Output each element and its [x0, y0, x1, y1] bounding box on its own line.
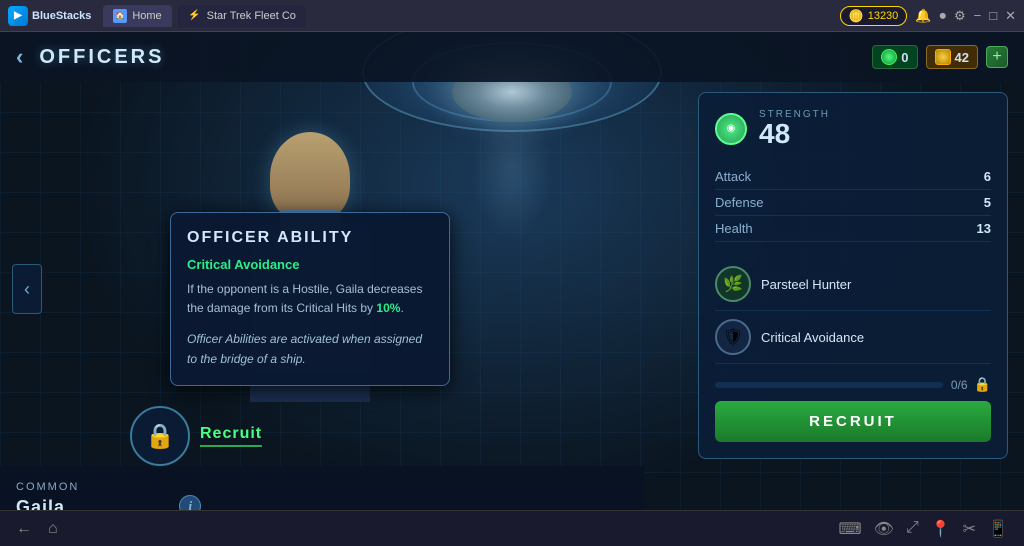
back-button[interactable]: ‹ — [16, 44, 23, 70]
officer-rarity: COMMON — [16, 481, 163, 493]
bell-icon[interactable]: 🔔 — [915, 8, 931, 24]
scissors-icon[interactable]: ✂ — [963, 519, 976, 539]
critical-avoidance-label: Critical Avoidance — [761, 330, 864, 345]
defense-stat-row: Defense 5 — [715, 190, 991, 216]
popup-ability-name: Critical Avoidance — [187, 257, 433, 272]
progress-text: 0/6 — [951, 378, 968, 392]
keyboard-icon[interactable]: ⌨ — [839, 519, 862, 539]
health-value: 13 — [977, 221, 991, 236]
bottom-left-controls: ← ⌂ — [16, 520, 58, 538]
popup-note: Officer Abilities are activated when ass… — [187, 330, 433, 368]
eye-icon[interactable]: 👁 — [874, 519, 894, 539]
lock-icon: 🔒 — [130, 406, 190, 466]
minimize-icon[interactable]: − — [974, 8, 982, 23]
android-home-icon[interactable]: ⌂ — [48, 520, 58, 538]
bottom-right-controls: ⌨ 👁 ⤢ 📍 ✂ 📱 — [839, 519, 1008, 539]
tab-home[interactable]: 🏠 Home — [103, 5, 171, 27]
parsteel-hunter-label: Parsteel Hunter — [761, 277, 851, 292]
record-icon[interactable]: ⏺ — [939, 8, 946, 24]
recruit-small-label[interactable]: Recruit — [200, 425, 262, 447]
coin-value: 13230 — [868, 10, 899, 22]
strength-section: ◉ STRENGTH 48 — [715, 109, 991, 148]
settings-icon[interactable]: ⚙ — [954, 8, 966, 24]
restore-icon[interactable]: □ — [989, 8, 997, 23]
defense-label: Defense — [715, 195, 763, 210]
stats-table: Attack 6 Defense 5 Health 13 — [715, 164, 991, 242]
window-controls: 🔔 ⏺ ⚙ − □ ✕ — [915, 8, 1016, 24]
recruit-area: 🔒 Recruit — [130, 406, 262, 466]
critical-avoidance-icon: 🛡 — [715, 319, 751, 355]
nav-left-button[interactable]: ‹ — [12, 264, 42, 314]
progress-bar-container — [715, 382, 943, 388]
health-stat-row: Health 13 — [715, 216, 991, 242]
ability-critical-avoidance[interactable]: 🛡 Critical Avoidance — [715, 311, 991, 364]
bluestacks-text: BlueStacks — [32, 10, 91, 22]
attack-label: Attack — [715, 169, 751, 184]
resource-group: 0 42 + — [872, 45, 1008, 69]
popup-title: OFFICER ABILITY — [187, 229, 433, 247]
recruit-button[interactable]: RECRUIT — [715, 401, 991, 442]
attack-stat-row: Attack 6 — [715, 164, 991, 190]
tab-game-label: Star Trek Fleet Co — [207, 10, 296, 22]
progress-lock-icon: 🔒 — [974, 376, 991, 393]
page-title: OFFICERS — [39, 46, 164, 69]
parsteel-hunter-icon: 🌿 — [715, 266, 751, 302]
close-icon[interactable]: ✕ — [1005, 8, 1016, 24]
bluestacks-icon: ▶ — [8, 6, 28, 26]
bluestacks-bottombar: ← ⌂ ⌨ 👁 ⤢ 📍 ✂ 📱 — [0, 510, 1024, 546]
strength-icon: ◉ — [715, 113, 747, 145]
character-head — [270, 132, 350, 222]
add-resource-button[interactable]: + — [986, 46, 1008, 68]
coins-display: 🪙 13230 — [840, 6, 908, 26]
bluestacks-topbar: ▶ BlueStacks 🏠 Home ⚡ Star Trek Fleet Co… — [0, 0, 1024, 32]
attack-value: 6 — [984, 169, 991, 184]
location-icon[interactable]: 📍 — [931, 519, 951, 539]
gold-resource-badge: 42 — [926, 45, 978, 69]
game-tab-icon: ⚡ — [188, 9, 202, 23]
expand-icon[interactable]: ⤢ — [906, 519, 919, 539]
green-resource-icon — [881, 49, 897, 65]
green-resource-badge: 0 — [872, 45, 917, 69]
health-label: Health — [715, 221, 753, 236]
phone-icon[interactable]: 📱 — [988, 519, 1008, 539]
popup-desc-part2: . — [400, 301, 403, 315]
ability-parsteel-hunter[interactable]: 🌿 Parsteel Hunter — [715, 258, 991, 311]
tab-game[interactable]: ⚡ Star Trek Fleet Co — [178, 5, 306, 27]
right-panel: ◉ STRENGTH 48 Attack 6 Defense 5 Health … — [698, 92, 1008, 459]
game-area: ‹ OFFICERS 0 42 + ‹ 🔒 Recruit OFFICER — [0, 32, 1024, 546]
popup-description: If the opponent is a Hostile, Gaila decr… — [187, 280, 433, 318]
green-resource-value: 0 — [901, 50, 908, 65]
strength-value: 48 — [759, 120, 830, 148]
gold-resource-icon — [935, 49, 951, 65]
progress-section: 0/6 🔒 — [715, 376, 991, 393]
bluestacks-logo: ▶ BlueStacks — [8, 6, 91, 26]
popup-highlight: 10% — [376, 301, 400, 315]
gold-resource-value: 42 — [955, 50, 969, 65]
defense-value: 5 — [984, 195, 991, 210]
strength-info: STRENGTH 48 — [759, 109, 830, 148]
header-bar: ‹ OFFICERS 0 42 + — [0, 32, 1024, 82]
home-tab-icon: 🏠 — [113, 9, 127, 23]
ability-popup: OFFICER ABILITY Critical Avoidance If th… — [170, 212, 450, 386]
coin-icon: 🪙 — [849, 9, 864, 23]
android-back-icon[interactable]: ← — [16, 520, 32, 538]
tab-home-label: Home — [132, 10, 161, 22]
